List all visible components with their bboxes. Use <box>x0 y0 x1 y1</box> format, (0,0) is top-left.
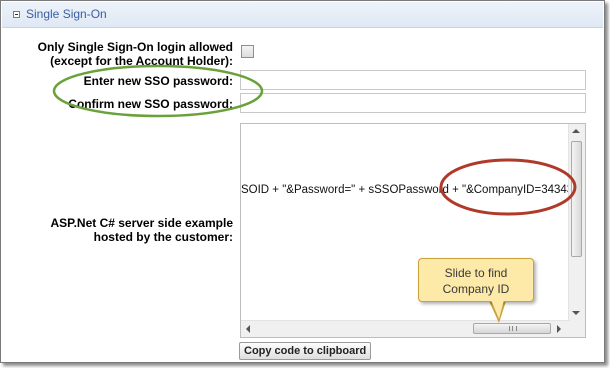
new-sso-password-input[interactable] <box>240 70 586 90</box>
vertical-scrollbar[interactable] <box>568 124 585 323</box>
sso-settings-panel: Single Sign-On Only Single Sign-On login… <box>0 0 605 363</box>
horizontal-scroll-thumb[interactable] <box>473 323 551 334</box>
code-line: SOID + "&Password=" + sSSOPassword + "&C… <box>241 184 586 196</box>
scroll-down-icon[interactable] <box>572 311 580 315</box>
only-sso-label-line2: (except for the Account Holder): <box>50 54 233 68</box>
example-label: ASP.Net C# server side example hosted by… <box>21 216 233 244</box>
example-label-line1: ASP.Net C# server side example <box>50 216 233 230</box>
only-sso-checkbox[interactable] <box>241 45 254 58</box>
scroll-up-icon[interactable] <box>572 129 580 133</box>
new-password-label: Enter new SSO password: <box>83 74 233 88</box>
code-example-textarea[interactable]: SOID + "&Password=" + sSSOPassword + "&C… <box>240 123 586 338</box>
scroll-right-icon[interactable] <box>557 325 561 333</box>
confirm-password-label: Confirm new SSO password: <box>68 97 233 111</box>
only-sso-label-line1: Only Single Sign-On login allowed <box>37 40 233 54</box>
only-sso-label: Only Single Sign-On login allowed (excep… <box>21 40 233 68</box>
horizontal-scrollbar[interactable] <box>241 320 570 337</box>
vertical-scroll-thumb[interactable] <box>571 141 582 257</box>
callout-line1: Slide to find <box>444 266 508 280</box>
section-header[interactable]: Single Sign-On <box>2 2 603 28</box>
scroll-left-icon[interactable] <box>246 325 250 333</box>
copy-code-button[interactable]: Copy code to clipboard <box>239 342 372 360</box>
confirm-sso-password-input[interactable] <box>240 93 586 113</box>
section-title: Single Sign-On <box>26 7 107 21</box>
minus-box-icon[interactable] <box>13 11 20 18</box>
scroll-corner <box>569 321 585 337</box>
callout-line2: Company ID <box>442 282 510 296</box>
slide-hint-callout: Slide to find Company ID <box>418 258 534 302</box>
grip-icon <box>509 326 517 331</box>
example-label-line2: hosted by the customer: <box>93 230 233 244</box>
callout-tail-fill <box>491 300 504 319</box>
